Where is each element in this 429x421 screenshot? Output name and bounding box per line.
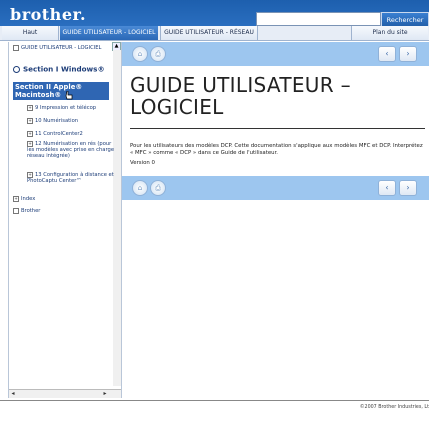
expand-plus-icon: +	[27, 118, 33, 124]
page-description: Pour les utilisateurs des modèles DCP. C…	[130, 143, 423, 157]
sidebar-item-13[interactable]: +13 Configuration à distance et PhotoCap…	[27, 172, 119, 184]
sidebar-item-brother[interactable]: Brother	[13, 208, 103, 214]
next-arrow-icon[interactable]: ›	[399, 46, 417, 62]
sidebar-item-section2[interactable]: Section II Apple® Macintosh®	[13, 82, 109, 100]
home-icon[interactable]: ⌂	[132, 180, 148, 196]
copyright-text: ©2007 Brother Industries, Lt	[359, 405, 429, 410]
tab-guide-logiciel[interactable]: GUIDE UTILISATEUR - LOGICIEL	[60, 26, 158, 40]
bottom-nav-bar: ⌂ ⎙ ‹ ›	[122, 176, 429, 200]
title-divider	[130, 128, 425, 129]
expand-circle-icon	[13, 66, 20, 73]
sidebar-item-10[interactable]: +10 Numérisation	[27, 118, 119, 124]
search-input[interactable]	[256, 12, 381, 26]
expand-plus-icon: +	[27, 105, 33, 111]
sidebar-item-index[interactable]: + Index	[13, 196, 103, 202]
print-icon[interactable]: ⎙	[150, 46, 166, 62]
page-title: GUIDE UTILISATEUR – LOGICIEL	[130, 73, 351, 119]
doc-icon	[13, 208, 19, 214]
tab-site-map[interactable]: Plan du site	[351, 26, 428, 40]
expand-plus-icon: +	[13, 196, 19, 202]
scroll-left-arrow[interactable]: ◂	[9, 390, 17, 398]
doc-icon	[13, 45, 19, 51]
tab-home[interactable]: Haut	[2, 26, 59, 40]
tab-guide-reseau[interactable]: GUIDE UTILISATEUR - RÉSEAU	[160, 26, 258, 40]
home-icon[interactable]: ⌂	[132, 46, 148, 62]
expand-plus-icon: +	[27, 131, 33, 137]
previous-arrow-icon[interactable]: ‹	[378, 46, 396, 62]
vertical-scrollbar[interactable]	[113, 50, 121, 386]
version-label: Version 0	[130, 160, 155, 166]
scroll-right-arrow[interactable]: ▸	[101, 390, 109, 398]
sidebar-tree: ▲ GUIDE UTILISATEUR - LOGICIEL Section I…	[8, 42, 122, 398]
print-icon[interactable]: ⎙	[150, 180, 166, 196]
brother-logo[interactable]: brother.	[10, 5, 86, 24]
main-content: ⌂ ⎙ ‹ › GUIDE UTILISATEUR – LOGICIEL Pou…	[122, 42, 429, 398]
sidebar-item-guide[interactable]: GUIDE UTILISATEUR - LOGICIEL	[13, 45, 103, 51]
sidebar-item-11[interactable]: +11 ControlCenter2	[27, 131, 119, 137]
sidebar-item-section1[interactable]: Section I Windows®	[13, 65, 113, 73]
next-arrow-icon[interactable]: ›	[399, 180, 417, 196]
top-nav-bar: ⌂ ⎙ ‹ ›	[122, 42, 429, 66]
previous-arrow-icon[interactable]: ‹	[378, 180, 396, 196]
sidebar-item-9[interactable]: +9 Impression et télécop	[27, 105, 119, 111]
hand-cursor-icon	[65, 91, 73, 100]
sidebar-item-12[interactable]: +12 Numérisation en rés (pour les modèle…	[27, 141, 119, 159]
footer-divider	[0, 400, 429, 401]
horizontal-scrollbar[interactable]: ◂ ▸	[9, 389, 121, 398]
